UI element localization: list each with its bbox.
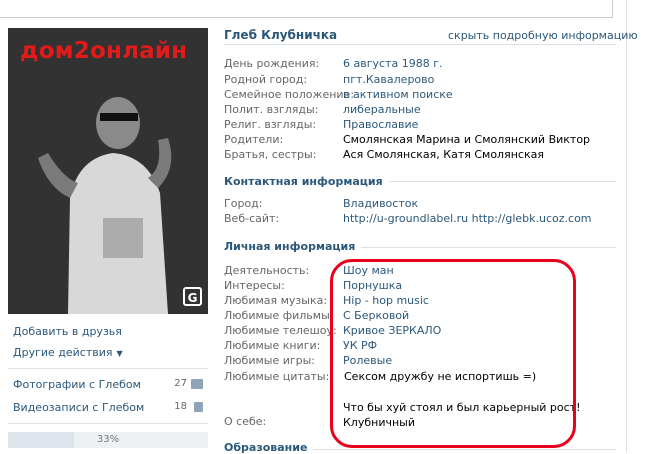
photo-logo-icon: G	[183, 287, 202, 306]
info-label: Религ. взгляды:	[224, 118, 317, 131]
contact-row: Город: Владивосток	[224, 197, 624, 212]
info-row: Родители: Смолянская Марина и Смолянский …	[224, 133, 624, 148]
info-value[interactable]: в активном поиске	[343, 88, 453, 101]
info-row: День рождения: 6 августа 1988 г.	[224, 57, 624, 72]
personal-label: Деятельность:	[224, 264, 310, 277]
add-friend-link[interactable]: Добавить в друзья	[13, 325, 122, 338]
page-divider	[626, 0, 627, 453]
about-label: О себе:	[224, 415, 267, 428]
camera-icon	[191, 379, 203, 389]
photos-count: 27	[174, 378, 187, 389]
personal-section-title[interactable]: Личная информация	[224, 240, 362, 253]
info-label: День рождения:	[224, 57, 320, 70]
personal-label: Любимые книги:	[224, 339, 321, 352]
video-icon	[194, 402, 203, 412]
contact-row: Веб-сайт: http://u-groundlabel.ru http://…	[224, 212, 624, 227]
info-label: Братья, сестры:	[224, 148, 317, 161]
sidebar-divider	[8, 423, 208, 424]
other-actions-label: Другие действия	[13, 346, 113, 359]
top-panel	[0, 0, 613, 18]
videos-count: 18	[174, 401, 187, 412]
info-row: Религ. взгляды: Православие	[224, 118, 624, 133]
photo-image	[8, 28, 208, 314]
sidebar-divider	[8, 368, 208, 369]
site-label: Веб-сайт:	[224, 212, 280, 225]
personal-label: Интересы:	[224, 279, 285, 292]
info-row: Братья, сестры: Ася Смолянская, Катя Смол…	[224, 148, 624, 163]
photos-link[interactable]: Фотографии с Глебом 27	[13, 378, 203, 391]
info-value[interactable]: Православие	[343, 118, 418, 131]
info-value: Смолянская Марина и Смолянский Виктор	[343, 133, 591, 146]
info-value: Ася Смолянская, Катя Смолянская	[343, 148, 544, 161]
photo-brand-text: дом2онлайн	[20, 38, 188, 64]
videos-label: Видеозаписи с Глебом	[13, 401, 145, 414]
quotes-label: Любимые цитаты:	[224, 370, 330, 383]
personal-label: Любимая музыка:	[224, 294, 328, 307]
profile-progress-bar: 33%	[8, 432, 208, 448]
photos-label: Фотографии с Глебом	[13, 378, 141, 391]
name-divider	[224, 44, 616, 45]
highlight-oval	[330, 259, 576, 448]
info-label: Родители:	[224, 133, 284, 146]
personal-label: Любимые фильмы:	[224, 309, 334, 322]
other-actions-link[interactable]: Другие действия ▼	[13, 346, 123, 359]
city-label: Город:	[224, 197, 263, 210]
videos-link[interactable]: Видеозаписи с Глебом 18	[13, 401, 203, 414]
personal-label: Любимые телешоу:	[224, 324, 337, 337]
info-label: Семейное положение:	[224, 88, 355, 101]
info-value[interactable]: пгт.Кавалерово	[343, 73, 434, 86]
info-row: Родной город: пгт.Кавалерово	[224, 73, 624, 88]
info-row: Полит. взгляды: либеральные	[224, 103, 624, 118]
info-label: Родной город:	[224, 73, 308, 86]
info-row: Семейное положение: в активном поиске	[224, 88, 624, 103]
chevron-down-icon: ▼	[116, 349, 123, 358]
contact-section-title[interactable]: Контактная информация	[224, 175, 389, 188]
education-section-title[interactable]: Образование	[224, 441, 314, 454]
hide-details-link[interactable]: скрыть подробную информацию	[448, 29, 638, 42]
site-value[interactable]: http://u-groundlabel.ru http://glebk.uco…	[343, 212, 592, 225]
progress-text: 33%	[96, 434, 120, 445]
profile-photo[interactable]: дом2онлайн G	[8, 28, 208, 314]
personal-label: Любимые игры:	[224, 354, 316, 367]
info-value[interactable]: 6 августа 1988 г.	[343, 57, 442, 70]
profile-name: Глеб Клубничка	[224, 28, 338, 42]
info-value[interactable]: либеральные	[343, 103, 421, 116]
city-value[interactable]: Владивосток	[343, 197, 418, 210]
info-label: Полит. взгляды:	[224, 103, 319, 116]
